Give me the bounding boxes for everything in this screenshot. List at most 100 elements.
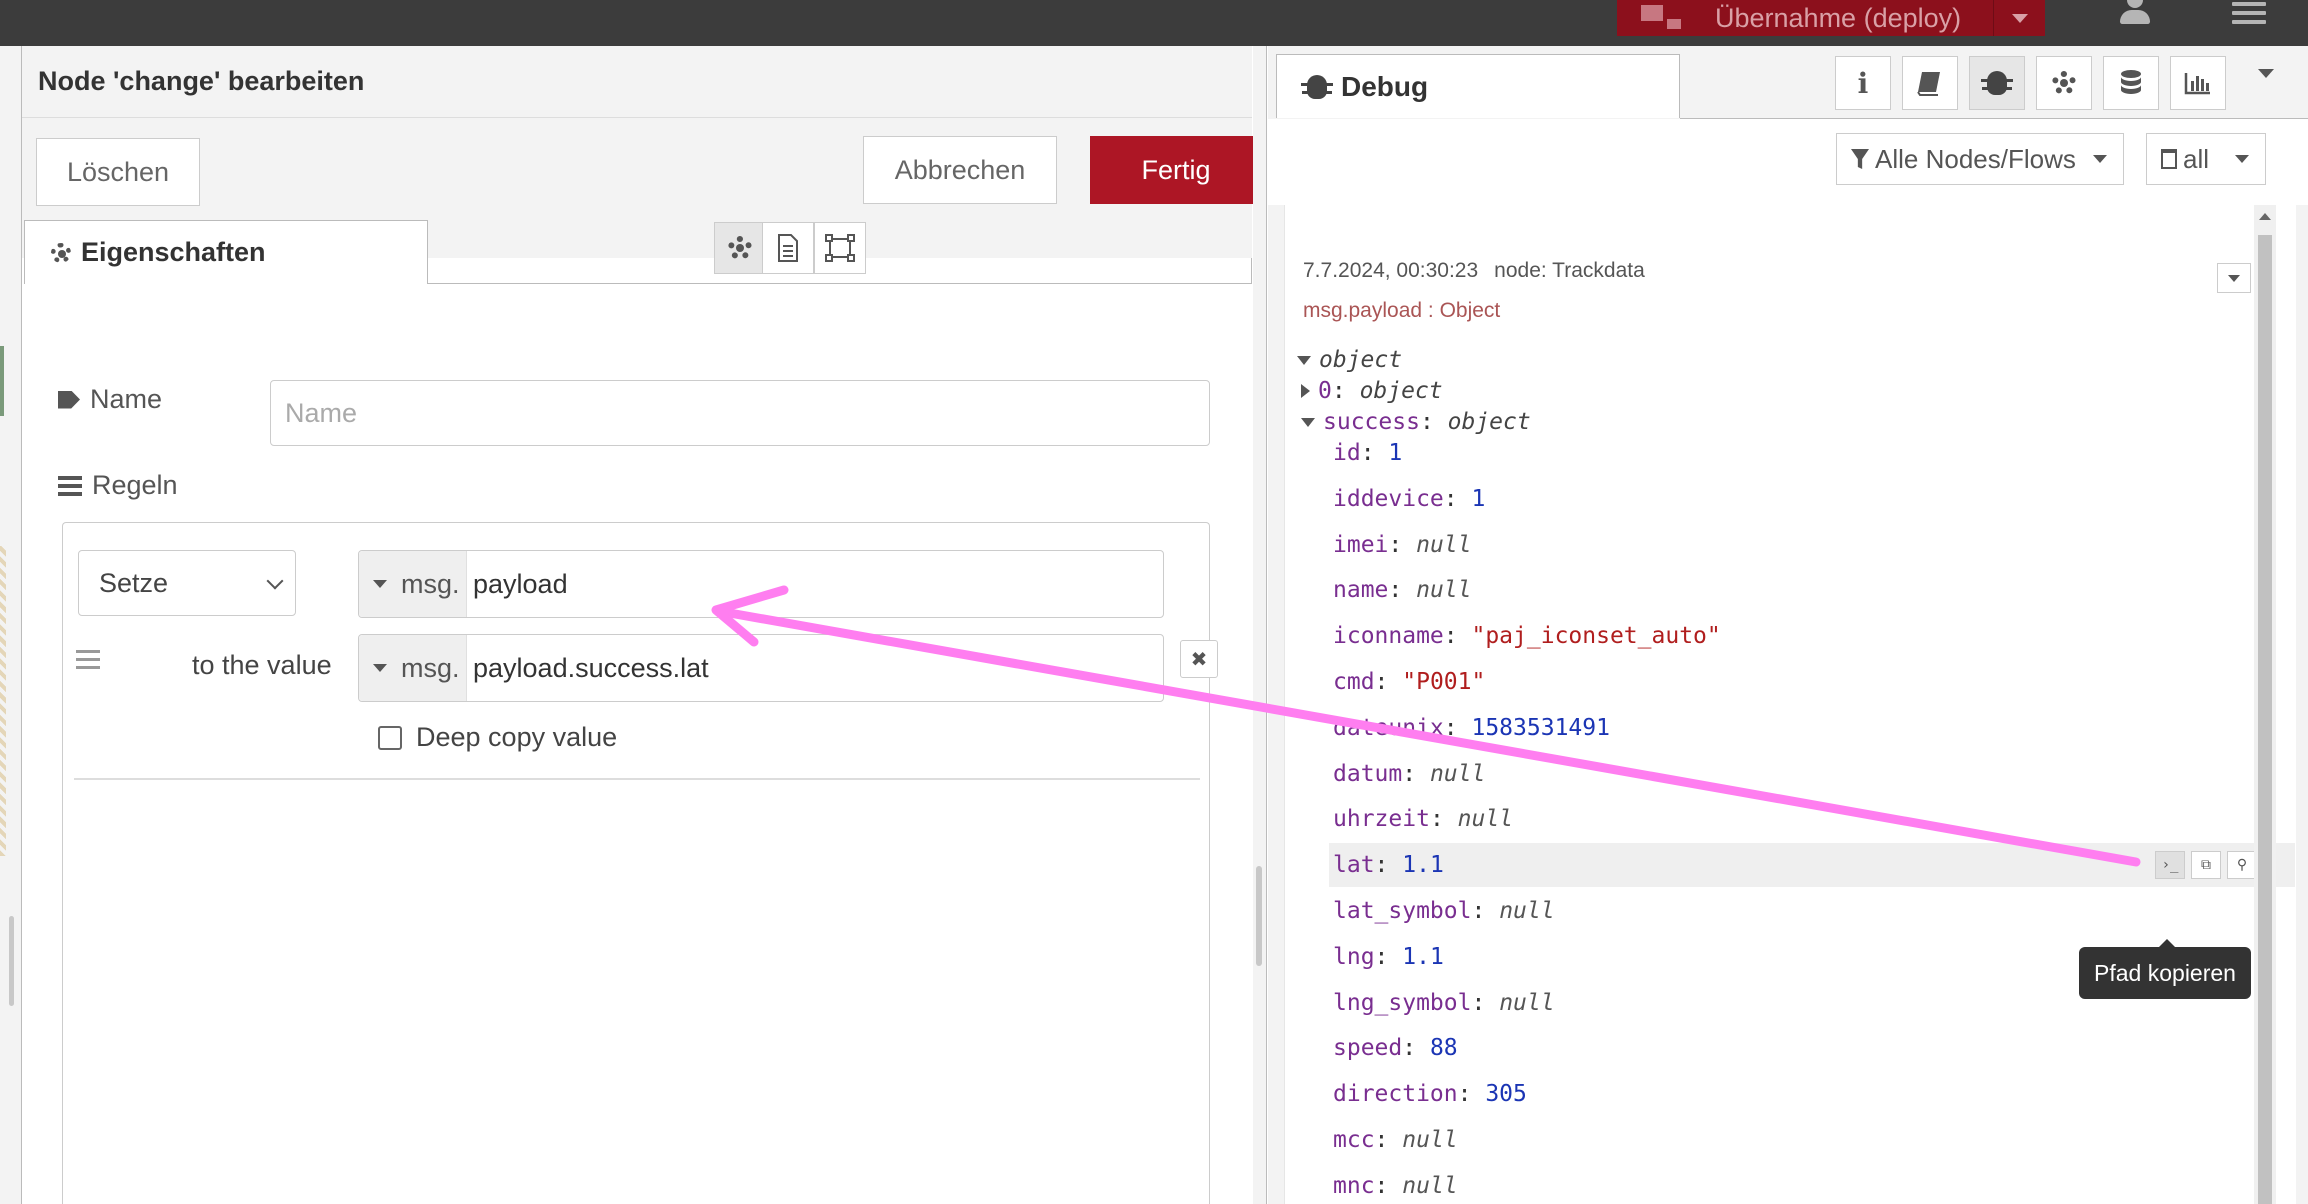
rules-label-text: Regeln bbox=[92, 470, 178, 500]
copy-value-button[interactable]: ⧉ bbox=[2191, 851, 2221, 880]
debug-message-menu-button[interactable] bbox=[2217, 263, 2251, 293]
debug-filter-button[interactable]: Alle Nodes/Flows bbox=[1836, 133, 2124, 185]
tab-properties-label: Eigenschaften bbox=[81, 237, 266, 267]
tree-field-row[interactable]: imei: null bbox=[1333, 523, 1471, 567]
tree-field-row[interactable]: id: 1 bbox=[1333, 431, 1402, 475]
tree-colon: : bbox=[1388, 531, 1417, 558]
tree-field-row[interactable]: dateunix: 1583531491 bbox=[1333, 706, 1610, 750]
rule-source-value[interactable]: payload.success.lat bbox=[467, 653, 709, 684]
sidebar-tabs-dropdown[interactable] bbox=[2258, 69, 2274, 96]
debug-scrollbar[interactable] bbox=[2254, 205, 2276, 1204]
tree-key: mcc bbox=[1333, 1127, 1375, 1153]
deploy-button[interactable]: Übernahme (deploy) bbox=[1617, 0, 2045, 36]
tab-appearance-button[interactable] bbox=[814, 222, 866, 274]
sidebar-config-button[interactable] bbox=[2036, 56, 2092, 110]
tree-key: iddevice bbox=[1333, 485, 1444, 512]
sidebar-context-button[interactable] bbox=[2103, 56, 2159, 110]
sidebar-dashboard-button[interactable] bbox=[2170, 56, 2226, 110]
tree-value: null bbox=[1499, 898, 1555, 924]
rule-to-value-label: to the value bbox=[192, 650, 332, 680]
caret-down-icon bbox=[2258, 69, 2274, 95]
debug-clear-button[interactable]: all bbox=[2146, 133, 2266, 185]
gear-icon bbox=[51, 242, 71, 263]
tree-field-row[interactable]: direction: 305 bbox=[1333, 1072, 1527, 1116]
tree-value: 1 bbox=[1388, 440, 1403, 466]
scroll-up-icon[interactable] bbox=[2259, 213, 2271, 220]
done-button[interactable]: Fertig bbox=[1090, 136, 1262, 204]
sidebar: Debug i Alle Nodes/Flows all 7.7.2024, 0… bbox=[1268, 46, 2308, 1204]
tree-key: uhrzeit bbox=[1333, 806, 1430, 833]
tree-colon: : bbox=[1457, 1081, 1486, 1108]
sidebar-debug-button[interactable] bbox=[1969, 56, 2025, 110]
tree-field-row[interactable]: cmd: "P001" bbox=[1333, 660, 1485, 704]
deploy-dropdown-button[interactable] bbox=[1993, 0, 2045, 36]
caret-down-icon bbox=[2093, 155, 2107, 163]
tree-field-row[interactable]: iddevice: 1 bbox=[1333, 477, 1485, 521]
rule-source-input[interactable]: msg. payload.success.lat bbox=[358, 634, 1164, 702]
rule-source-type-select[interactable]: msg. bbox=[359, 635, 467, 701]
rule-target-value[interactable]: payload bbox=[467, 569, 568, 600]
tree-field-row[interactable]: name: null bbox=[1333, 568, 1471, 612]
tree-field-row[interactable]: lng_symbol: null bbox=[1333, 981, 1555, 1025]
rule-target-type-select[interactable]: msg. bbox=[359, 551, 467, 617]
copy-path-button[interactable]: ›_ bbox=[2155, 851, 2185, 880]
list-icon bbox=[58, 474, 82, 498]
debug-message-list[interactable]: 7.7.2024, 00:30:23 node: Trackdata msg.pa… bbox=[1284, 205, 2296, 1204]
caret-down-icon bbox=[2011, 13, 2028, 23]
tag-icon bbox=[58, 390, 80, 409]
menu-icon[interactable] bbox=[2232, 2, 2266, 24]
tree-field-row[interactable]: lng: 1.1 bbox=[1333, 935, 1444, 979]
tree-field-row[interactable]: mnc: null bbox=[1333, 1164, 1458, 1204]
tree-key: lat_symbol bbox=[1333, 898, 1472, 924]
pin-icon: ⚲ bbox=[2236, 857, 2248, 874]
sidebar-info-button[interactable]: i bbox=[1835, 56, 1891, 110]
workspace-edge bbox=[0, 46, 22, 1204]
tree-field-row[interactable]: speed: 88 bbox=[1333, 1026, 1458, 1070]
deep-copy-checkbox[interactable]: Deep copy value bbox=[378, 722, 617, 753]
rule-action-select[interactable]: Setze bbox=[78, 550, 296, 616]
tree-field-row[interactable]: iconname: "paj_iconset_auto" bbox=[1333, 614, 1721, 658]
tab-debug[interactable]: Debug bbox=[1276, 54, 1680, 118]
info-icon: i bbox=[1857, 66, 1869, 100]
pin-button[interactable]: ⚲ bbox=[2227, 851, 2257, 880]
scroll-thumb[interactable] bbox=[2258, 235, 2272, 1204]
tree-colon: : bbox=[1402, 1035, 1430, 1062]
close-icon: ✖ bbox=[1190, 648, 1208, 671]
deploy-icon bbox=[1641, 5, 1681, 31]
sidebar-help-button[interactable] bbox=[1902, 56, 1958, 110]
drag-handle-icon[interactable] bbox=[76, 650, 100, 674]
database-icon bbox=[2121, 70, 2141, 94]
tree-field-row[interactable]: uhrzeit: null bbox=[1333, 797, 1513, 841]
sidebar-resize-handle[interactable] bbox=[1253, 46, 1267, 1204]
resize-grip[interactable] bbox=[1256, 866, 1262, 966]
copy-path-icon: ›_ bbox=[2161, 857, 2179, 874]
tree-colon: : bbox=[1374, 669, 1403, 695]
document-icon bbox=[778, 234, 798, 262]
tree-field-row[interactable]: datum: null bbox=[1333, 752, 1485, 796]
tree-field-row[interactable]: lat_symbol: null bbox=[1333, 889, 1555, 933]
tab-description-button[interactable] bbox=[762, 222, 814, 274]
delete-button[interactable]: Löschen bbox=[36, 138, 200, 206]
tree-value: 1 bbox=[1471, 485, 1486, 512]
name-input[interactable]: Name bbox=[270, 380, 1210, 446]
tab-settings-button[interactable] bbox=[714, 222, 766, 274]
rules-list bbox=[62, 522, 1210, 1204]
tree-value: null bbox=[1402, 1172, 1458, 1199]
tree-field-row[interactable]: lat: 1.1 ›_ ⧉ ⚲ bbox=[1329, 843, 2295, 888]
debug-message-node[interactable]: node: Trackdata bbox=[1494, 259, 1645, 282]
book-icon bbox=[1917, 72, 1940, 96]
tree-value: 305 bbox=[1485, 1081, 1527, 1108]
tree-colon: : bbox=[1374, 943, 1403, 970]
tree-field-row[interactable]: mcc: null bbox=[1333, 1118, 1458, 1162]
checkbox-box[interactable] bbox=[378, 725, 402, 750]
tree-colon: : bbox=[1443, 714, 1472, 741]
filter-icon bbox=[1851, 149, 1869, 169]
rule-delete-button[interactable]: ✖ bbox=[1180, 640, 1218, 678]
user-icon[interactable] bbox=[2118, 0, 2152, 26]
cancel-button[interactable]: Abbrechen bbox=[863, 136, 1057, 204]
tree-colon: : bbox=[1402, 760, 1430, 787]
rule-target-input[interactable]: msg. payload bbox=[358, 550, 1164, 618]
workspace-scrollbar[interactable] bbox=[9, 916, 14, 1006]
tree-value: null bbox=[1416, 577, 1472, 604]
tab-properties[interactable]: Eigenschaften bbox=[24, 220, 428, 284]
